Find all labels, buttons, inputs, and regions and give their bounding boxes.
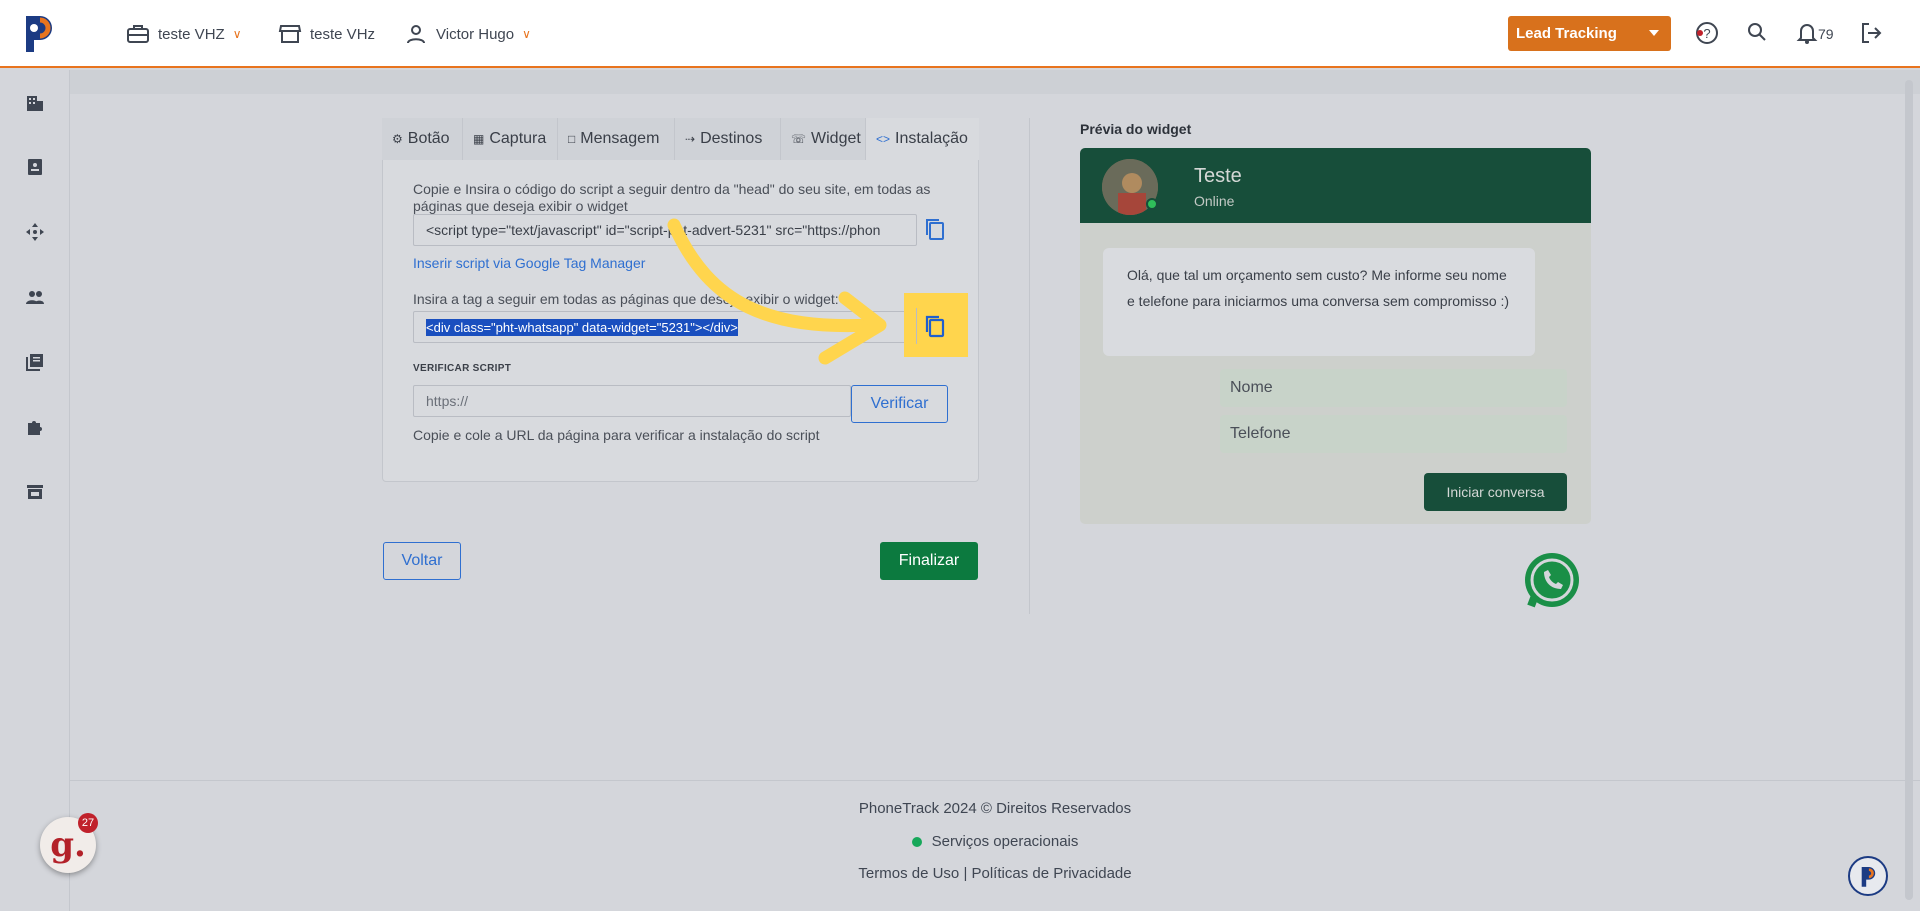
- tab-label: Captura: [489, 130, 547, 147]
- content-header-strip: [70, 70, 1920, 94]
- company-selector[interactable]: teste VHZ ∨: [126, 22, 241, 46]
- phonetrack-corner-icon[interactable]: [1848, 856, 1888, 896]
- move-icon[interactable]: [24, 221, 46, 243]
- gear-icon: ⚙: [392, 132, 403, 146]
- tab-label: Mensagem: [580, 130, 660, 147]
- copyright-text: PhoneTrack 2024 © Direitos Reservados: [858, 800, 1132, 817]
- chevron-down-icon: ∨: [522, 27, 531, 41]
- tab-captura[interactable]: ▦ Captura: [463, 118, 558, 160]
- copy-tag-icon[interactable]: [923, 313, 947, 339]
- verify-button[interactable]: Verificar: [851, 385, 948, 423]
- service-status[interactable]: Serviços operacionais: [70, 833, 1920, 850]
- store-name: teste VHz: [310, 25, 376, 43]
- verify-help: Copie e cole a URL da página para verifi…: [413, 427, 820, 443]
- chevron-down-icon: ∨: [232, 27, 242, 41]
- bell-icon[interactable]: [1794, 20, 1820, 46]
- search-icon[interactable]: [1744, 20, 1770, 46]
- report-icon[interactable]: [24, 156, 46, 178]
- tab-mensagem[interactable]: □ Mensagem: [558, 118, 675, 160]
- vertical-divider: [1029, 118, 1030, 614]
- grid-icon: ▦: [473, 132, 485, 146]
- footer-links[interactable]: Termos de Uso | Políticas de Privacidade: [70, 865, 1920, 882]
- store-selector[interactable]: teste VHz: [278, 22, 375, 46]
- preview-label: Prévia do widget: [1080, 121, 1192, 137]
- widget-message: Olá, que tal um orçamento sem custo? Me …: [1103, 248, 1535, 356]
- company-name: teste VHZ: [158, 25, 225, 43]
- status-dot: [911, 837, 922, 848]
- top-bar: teste VHZ ∨ teste VHz Victor Hugo ∨ Lead…: [0, 0, 1920, 68]
- name-field[interactable]: Nome: [1220, 369, 1567, 407]
- finish-button[interactable]: Finalizar: [880, 542, 978, 580]
- tab-label: Destinos: [700, 130, 763, 147]
- phone-field[interactable]: Telefone: [1220, 415, 1567, 453]
- tab-botao[interactable]: ⚙ Botão: [382, 118, 463, 160]
- store-icon: [278, 25, 302, 43]
- library-icon[interactable]: [24, 351, 46, 373]
- phonetrack-logo[interactable]: [22, 12, 58, 54]
- puzzle-icon[interactable]: [24, 416, 46, 438]
- widget-tabs: ⚙ Botão ▦ Captura □ Mensagem ⇢ Destinos ☏ Wid…: [382, 118, 979, 160]
- tab-label: Instalação: [895, 130, 968, 147]
- tab-destinos[interactable]: ⇢ Destinos: [675, 118, 781, 160]
- widget-name: Teste: [1194, 165, 1242, 187]
- tab-widget[interactable]: ☏ Widget: [781, 118, 866, 160]
- tutorial-arrow-icon: [667, 218, 887, 365]
- whatsapp-icon: ☏: [791, 132, 807, 146]
- logout-icon[interactable]: [1858, 20, 1884, 46]
- user-name: Victor Hugo: [436, 25, 515, 43]
- copy-script-icon[interactable]: [923, 216, 947, 242]
- message-icon: □: [568, 132, 576, 146]
- finish-button-label: Finalizar: [898, 552, 960, 569]
- storefront-icon[interactable]: [24, 481, 46, 503]
- widget-status: Online: [1194, 193, 1235, 209]
- notification-count: 79: [1818, 26, 1834, 42]
- service-status-text: Serviços operacionais: [931, 833, 1079, 850]
- widget-preview: Teste Online Olá, que tal um orçamento s…: [1080, 148, 1591, 524]
- destinations-icon: ⇢: [685, 132, 696, 146]
- lead-tracking-dropdown[interactable]: Lead Tracking: [1508, 16, 1671, 51]
- tab-label: Botão: [407, 130, 450, 147]
- tab-instalacao[interactable]: <> Instalação: [866, 118, 979, 160]
- help-icon[interactable]: ?: [1694, 20, 1720, 46]
- briefcase-icon: [127, 25, 149, 43]
- g-badge-count: 27: [78, 813, 98, 833]
- building-icon[interactable]: [24, 92, 46, 114]
- online-dot: [1146, 198, 1158, 210]
- phone-placeholder: Telefone: [1230, 425, 1291, 442]
- verify-heading: VERIFICAR SCRIPT: [413, 363, 512, 374]
- start-button-label: Iniciar conversa: [1446, 484, 1545, 500]
- code-icon: <>: [876, 132, 891, 146]
- verify-button-label: Verificar: [870, 395, 929, 412]
- footer: PhoneTrack 2024 © Direitos Reservados Se…: [70, 780, 1920, 911]
- user-icon: [407, 25, 425, 44]
- whatsapp-icon[interactable]: [1521, 550, 1583, 612]
- verify-url-input[interactable]: https://: [413, 385, 851, 417]
- caret-down-icon: [1649, 30, 1659, 36]
- verify-url-placeholder: https://: [426, 393, 469, 409]
- sidebar: [0, 70, 70, 911]
- user-menu[interactable]: Victor Hugo ∨: [404, 22, 531, 46]
- name-placeholder: Nome: [1230, 379, 1273, 396]
- gtm-link[interactable]: Inserir script via Google Tag Manager: [413, 255, 645, 271]
- widget-header: Teste Online: [1080, 148, 1591, 223]
- back-button-label: Voltar: [401, 552, 443, 569]
- svg-text:?: ?: [1703, 26, 1710, 41]
- lead-tracking-label: Lead Tracking: [1516, 25, 1617, 42]
- field-divider: [916, 308, 917, 344]
- start-conversation-button[interactable]: Iniciar conversa: [1424, 473, 1567, 511]
- tab-label: Widget: [811, 130, 861, 147]
- back-button[interactable]: Voltar: [383, 542, 461, 580]
- users-icon[interactable]: [24, 286, 46, 308]
- scrollbar[interactable]: [1905, 80, 1913, 900]
